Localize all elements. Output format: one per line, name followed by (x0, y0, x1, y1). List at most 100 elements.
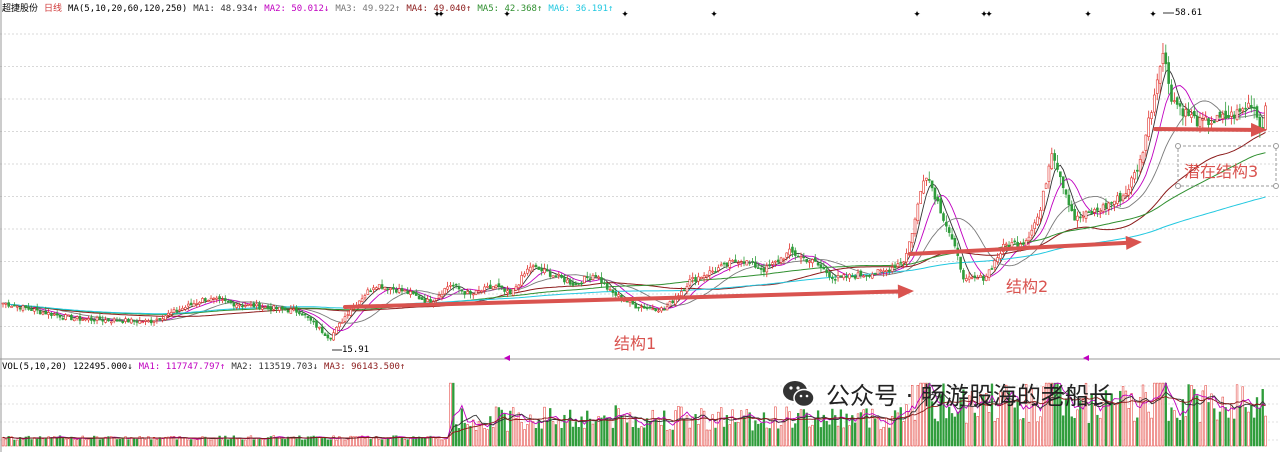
candle-body (500, 285, 504, 288)
candle-body (406, 291, 410, 294)
volume-bar (295, 438, 298, 447)
volume-bar (577, 426, 580, 447)
volume-bar (586, 410, 589, 447)
volume-bar (380, 439, 384, 447)
candle-body (1061, 176, 1065, 189)
candle-body (765, 265, 769, 273)
volume-bar (825, 420, 828, 447)
candle-body (303, 313, 307, 316)
candle-body (161, 318, 164, 321)
candle-body (326, 334, 330, 339)
volume-bar (255, 438, 258, 447)
volume-bar (831, 408, 834, 447)
event-marker: ✦ (913, 10, 921, 20)
volume-bar (372, 437, 375, 447)
candle-body (221, 299, 224, 301)
candle-body (597, 276, 600, 279)
vol-value: 122495.000↓ (73, 362, 133, 372)
candle-body (298, 311, 301, 315)
volume-bar (13, 439, 16, 447)
volume-bar (435, 438, 438, 447)
volume-bar (249, 435, 253, 447)
candle-body (1181, 108, 1185, 117)
candle-body (1110, 201, 1113, 204)
volume-bar (531, 421, 535, 447)
volume-bar (492, 427, 495, 447)
volume-bar (98, 439, 102, 447)
event-marker: ✦ (985, 10, 993, 20)
candle-body (335, 327, 338, 334)
volume-bar (1170, 407, 1173, 447)
candle-body (816, 262, 820, 266)
volume-bar (514, 418, 518, 447)
volume-bar (1187, 384, 1190, 447)
volume-bar (626, 422, 629, 447)
candle-body (1118, 192, 1122, 202)
candle-body (548, 271, 552, 277)
volume-bar (161, 438, 164, 447)
candle-body (135, 321, 139, 323)
candle-body (420, 297, 424, 300)
candle-body (685, 286, 689, 292)
candle-body (1021, 242, 1025, 245)
candle-body (52, 313, 56, 316)
volume-bar (189, 439, 193, 447)
volume-bar (443, 439, 446, 447)
volume-bar (132, 438, 136, 447)
volume-bar (341, 437, 344, 447)
candle-body (1247, 102, 1250, 108)
candle-body (845, 276, 848, 278)
volume-header: VOL(5,10,20) 122495.000↓ MA1: 117747.797↑ M… (2, 362, 411, 372)
candle-body (480, 290, 484, 293)
candle-body (175, 309, 179, 312)
candle-body (491, 286, 495, 290)
candle-body (1190, 114, 1193, 118)
candle-body (771, 262, 774, 265)
volume-bar (437, 436, 441, 447)
volume-bar (965, 422, 968, 447)
volume-bar (671, 429, 674, 447)
candle-body (565, 279, 569, 284)
candle-body (474, 290, 478, 295)
candle-body (380, 284, 384, 289)
volume-bar (705, 429, 709, 447)
candle-body (78, 316, 82, 321)
volume-bar (717, 411, 720, 447)
candle-body (1250, 105, 1253, 108)
candle-body (523, 273, 526, 277)
candle-body (486, 285, 489, 288)
volume-bar (1233, 418, 1236, 447)
structure-1-arrow-head (897, 284, 914, 299)
candle-body (98, 316, 102, 321)
candle-body (389, 287, 392, 290)
candle-body (791, 246, 794, 253)
volume-bar (1250, 405, 1253, 447)
candle-body (614, 292, 618, 296)
volume-bar (814, 419, 817, 447)
volume-bar (284, 439, 287, 447)
volume-bar (540, 428, 543, 447)
candle-body (719, 264, 723, 267)
candle-body (172, 309, 176, 313)
candle-body (443, 288, 447, 295)
candle-body (1187, 109, 1190, 117)
candle-body (155, 318, 159, 321)
volume-bar (557, 420, 560, 447)
volume-bar (1176, 417, 1179, 447)
candle-body (554, 275, 558, 277)
volume-bar (888, 427, 891, 447)
volume-bar (899, 407, 902, 447)
structure-1-label: 结构1 (614, 334, 657, 353)
volume-bar (1264, 415, 1267, 447)
volume-bar (472, 419, 475, 447)
volume-bar (956, 411, 959, 447)
candle-body (788, 248, 791, 256)
candle-body (84, 318, 87, 321)
candle-body (1050, 153, 1054, 169)
candle-body (528, 266, 532, 272)
candle-body (833, 279, 837, 281)
candle-body (90, 317, 93, 321)
volume-bar (1136, 417, 1139, 447)
volume-bar (794, 423, 797, 447)
candle-body (950, 234, 954, 240)
